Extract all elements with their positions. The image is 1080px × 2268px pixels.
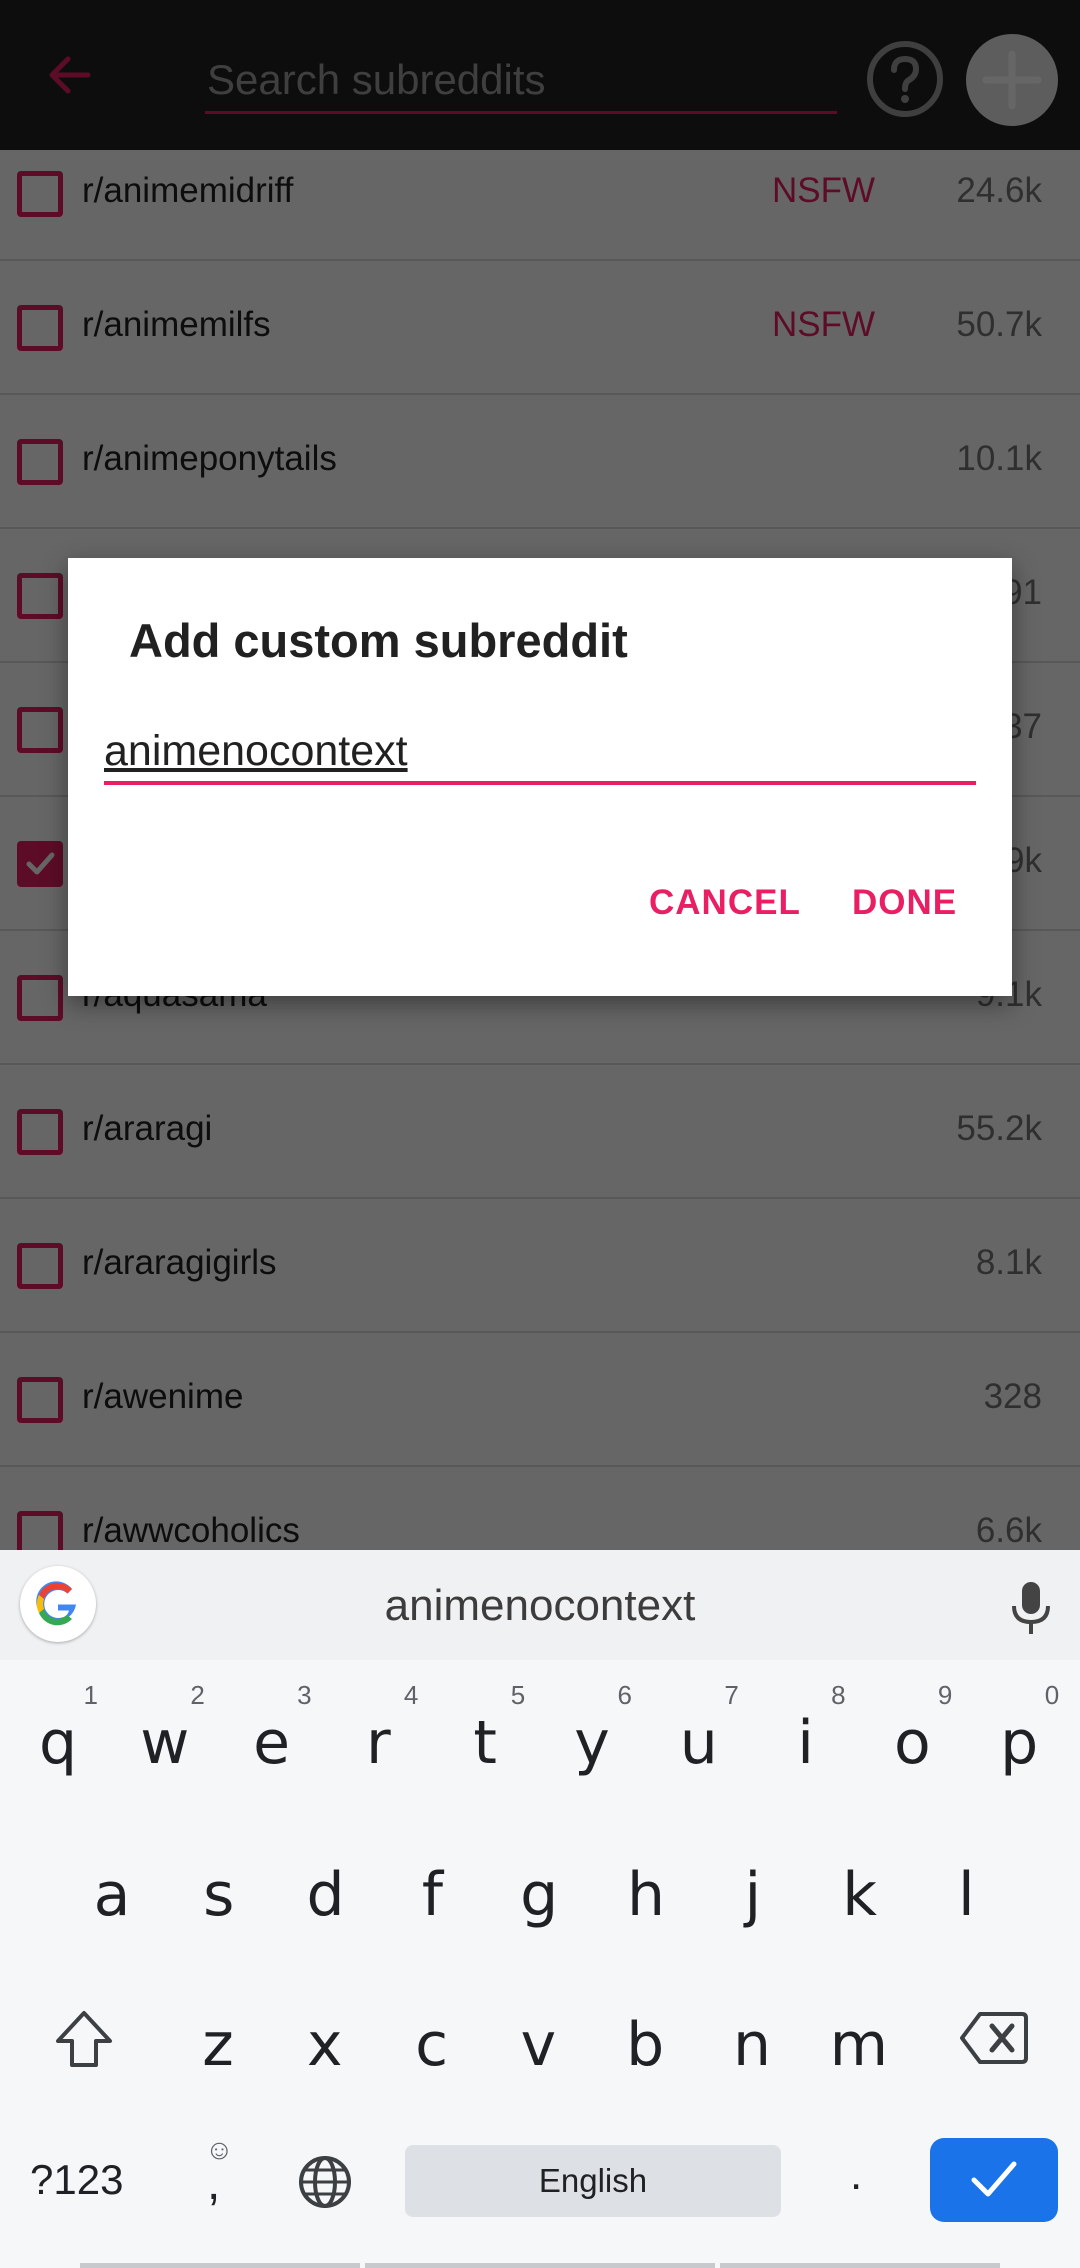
enter-key[interactable] (930, 2138, 1058, 2222)
key-hint: 9 (937, 1680, 953, 1710)
key-label: s (203, 1860, 235, 1930)
globe-icon[interactable] (297, 2154, 353, 2210)
key-label: f (421, 1860, 443, 1930)
key-label: l (958, 1860, 975, 1930)
key-hint: 2 (190, 1680, 205, 1710)
symbols-key[interactable]: ?123 (30, 2156, 123, 2204)
key-hint: 5 (510, 1680, 526, 1710)
key-u[interactable]: u7 (649, 1680, 749, 1810)
space-bar[interactable]: English (405, 2145, 781, 2217)
key-label: e (253, 1708, 291, 1778)
suggestion-word[interactable]: animenocontext (0, 1581, 1080, 1631)
key-hint: 8 (831, 1680, 846, 1710)
key-m[interactable]: m (809, 1982, 909, 2112)
key-c[interactable]: c (382, 1982, 482, 2112)
key-e[interactable]: e3 (222, 1680, 322, 1810)
key-h[interactable]: h (596, 1832, 696, 1962)
key-o[interactable]: o9 (862, 1680, 962, 1810)
key-d[interactable]: d (276, 1832, 376, 1962)
suggestion-strip: animenocontext (0, 1550, 1080, 1660)
comma-key[interactable]: , (207, 2156, 220, 2211)
key-label: q (38, 1708, 78, 1778)
key-hint: 3 (297, 1680, 312, 1710)
key-p[interactable]: p0 (969, 1680, 1069, 1810)
key-label: u (679, 1708, 718, 1778)
key-label: o (894, 1708, 931, 1778)
key-label: y (574, 1708, 610, 1778)
key-q[interactable]: q1 (8, 1680, 108, 1810)
key-r[interactable]: r4 (328, 1680, 428, 1810)
key-t[interactable]: t5 (435, 1680, 535, 1810)
key-label: d (306, 1860, 345, 1930)
key-label: x (307, 2010, 343, 2080)
key-label: k (842, 1860, 877, 1930)
key-x[interactable]: x (275, 1982, 375, 2112)
key-hint: 1 (83, 1680, 98, 1710)
key-label: w (140, 1708, 190, 1778)
key-label: h (626, 1860, 666, 1930)
key-j[interactable]: j (703, 1832, 803, 1962)
key-l[interactable]: l (916, 1832, 1016, 1962)
key-n[interactable]: n (702, 1982, 802, 2112)
key-a[interactable]: a (62, 1832, 162, 1962)
check-icon (971, 2161, 1017, 2197)
soft-keyboard: animenocontext q1w2e3r4t5y6u7i8o9p0 asdf… (0, 1550, 1080, 2268)
key-hint: 7 (724, 1680, 739, 1710)
key-label: i (797, 1708, 814, 1778)
key-i[interactable]: i8 (756, 1680, 856, 1810)
cancel-button[interactable]: CANCEL (649, 883, 801, 923)
backspace-icon[interactable] (960, 2010, 1028, 2066)
key-label: b (626, 2010, 665, 2080)
key-s[interactable]: s (169, 1832, 269, 1962)
key-f[interactable]: f (382, 1832, 482, 1962)
subreddit-name-input[interactable] (104, 721, 976, 785)
key-w[interactable]: w2 (115, 1680, 215, 1810)
dialog-scrim-top (0, 0, 1080, 150)
key-label: v (520, 2010, 557, 2080)
dialog-title: Add custom subreddit (129, 614, 628, 667)
key-hint: 6 (617, 1680, 632, 1710)
key-label: n (732, 2010, 772, 2080)
add-subreddit-dialog: Add custom subreddit CANCEL DONE (68, 558, 1012, 996)
key-z[interactable]: z (168, 1982, 268, 2112)
key-label: j (744, 1860, 762, 1930)
key-label: t (473, 1708, 497, 1778)
key-b[interactable]: b (595, 1982, 695, 2112)
key-hint: 4 (403, 1680, 419, 1710)
done-button[interactable]: DONE (852, 883, 957, 923)
nav-bar-hint (0, 2255, 1080, 2268)
key-hint: 0 (1044, 1680, 1060, 1710)
key-label: r (366, 1708, 391, 1778)
key-label: z (202, 2010, 234, 2080)
key-label: a (93, 1860, 131, 1930)
key-g[interactable]: g (489, 1832, 589, 1962)
key-label: p (1000, 1708, 1039, 1778)
key-v[interactable]: v (488, 1982, 588, 2112)
microphone-icon[interactable] (1008, 1580, 1054, 1636)
key-y[interactable]: y6 (542, 1680, 642, 1810)
key-k[interactable]: k (810, 1832, 910, 1962)
key-label: g (520, 1860, 559, 1930)
key-label: m (829, 2010, 889, 2080)
key-label: c (415, 2010, 449, 2080)
shift-icon[interactable] (52, 2007, 116, 2071)
period-key[interactable]: . (850, 2150, 862, 2200)
